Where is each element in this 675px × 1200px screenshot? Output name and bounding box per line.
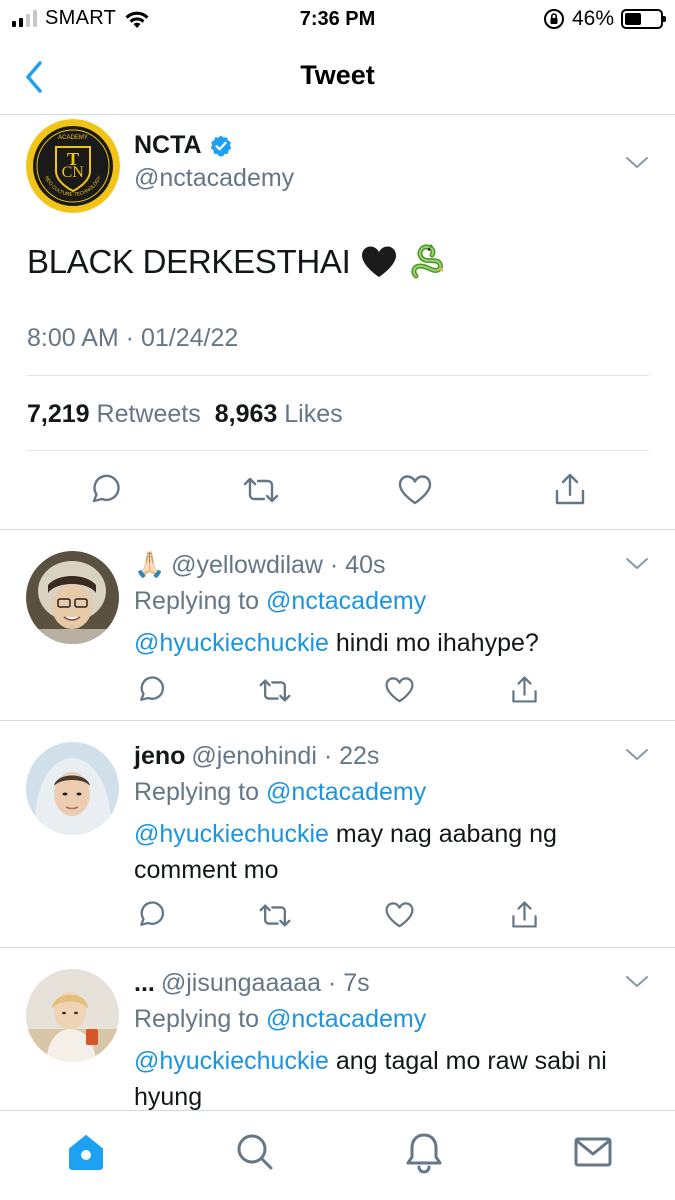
verified-badge-icon: [210, 135, 231, 156]
retweets-label: Retweets: [96, 400, 201, 428]
replying-to: Replying to @nctacademy: [134, 1005, 426, 1034]
reply-action-bar: [0, 900, 675, 930]
reply-author-name[interactable]: ...: [134, 969, 155, 998]
replying-to-label: Replying to: [134, 778, 260, 806]
replying-to: Replying to @nctacademy: [134, 778, 426, 807]
reply-tweet[interactable]: jeno @jenohindi · 22s Replying to @nctac…: [0, 722, 675, 948]
reply-text: @hyuckiechuckie hindi mo ihahype?: [134, 625, 654, 661]
replying-to-label: Replying to: [134, 587, 260, 615]
replying-to-link[interactable]: @nctacademy: [266, 587, 426, 615]
reply-author-name[interactable]: 🙏🏻: [134, 551, 165, 580]
tweet-action-bar: [0, 471, 675, 511]
avatar[interactable]: [26, 551, 119, 644]
reply-body: hindi mo ihahype?: [328, 629, 539, 657]
tweet-stats: 7,219 Retweets 8,963 Likes: [27, 400, 343, 429]
svg-text:N: N: [72, 164, 84, 181]
share-icon[interactable]: [510, 674, 539, 705]
reply-icon[interactable]: [136, 675, 166, 705]
main-tweet: T C N ACADEMY NEO CULTURE TECHNOLOGY NCT…: [0, 116, 675, 530]
avatar[interactable]: [26, 742, 119, 835]
retweet-icon[interactable]: [258, 902, 292, 929]
replying-to: Replying to @nctacademy: [134, 587, 426, 616]
reply-action-bar: [0, 675, 675, 705]
reply-handle-time: @jenohindi · 22s: [191, 742, 380, 770]
retweet-icon[interactable]: [242, 475, 280, 505]
battery-percentage: 46%: [571, 7, 614, 30]
reply-icon[interactable]: [88, 473, 122, 507]
mention-link[interactable]: @hyuckiechuckie: [134, 820, 329, 848]
reply-tweet[interactable]: 🙏🏻 @yellowdilaw · 40s Replying to @nctac…: [0, 531, 675, 721]
retweet-count: 7,219: [27, 400, 90, 428]
share-icon[interactable]: [510, 899, 539, 930]
reply-text: @hyuckiechuckie may nag aabang ng commen…: [134, 816, 654, 888]
tweet-timestamp: 8:00 AM · 01/24/22: [27, 324, 239, 352]
page-title: Tweet: [300, 60, 375, 90]
retweet-icon[interactable]: [258, 677, 292, 704]
tweet-text: BLACK DERKESTHAI: [27, 243, 351, 280]
replying-to-label: Replying to: [134, 1005, 260, 1033]
divider: [27, 375, 649, 376]
black-heart-emoji-icon: [362, 246, 397, 277]
retweets-stat[interactable]: 7,219 Retweets: [27, 400, 201, 429]
notifications-bell-icon[interactable]: [403, 1131, 445, 1175]
reply-text: @hyuckiechuckie ang tagal mo raw sabi ni…: [134, 1043, 654, 1115]
replying-to-link[interactable]: @nctacademy: [266, 778, 426, 806]
avatar[interactable]: [26, 969, 119, 1062]
share-icon[interactable]: [553, 471, 587, 507]
chevron-down-icon[interactable]: [624, 556, 650, 572]
likes-label: Likes: [284, 400, 343, 428]
like-count: 8,963: [214, 400, 278, 428]
likes-stat[interactable]: 8,963 Likes: [215, 400, 343, 429]
author-name[interactable]: NCTA: [134, 131, 202, 160]
bottom-tab-bar: [0, 1110, 675, 1200]
messages-envelope-icon[interactable]: [572, 1131, 614, 1173]
dragon-emoji-icon: [411, 244, 445, 279]
reply-handle-time: @yellowdilaw · 40s: [171, 551, 386, 579]
reply-tweet[interactable]: ... @jisungaaaaa · 7s Replying to @nctac…: [0, 949, 675, 1111]
svg-text:C: C: [62, 164, 73, 181]
reply-handle-time: @jisungaaaaa · 7s: [160, 969, 370, 997]
status-bar: SMART 7:36 PM 46%: [0, 0, 675, 40]
reply-author-name[interactable]: jeno: [134, 742, 185, 771]
home-icon[interactable]: [65, 1131, 107, 1173]
chevron-down-icon[interactable]: [624, 155, 650, 171]
mention-link[interactable]: @hyuckiechuckie: [134, 1047, 329, 1075]
navigation-bar: Tweet: [0, 40, 675, 115]
chevron-down-icon[interactable]: [624, 747, 650, 763]
like-heart-icon[interactable]: [384, 901, 415, 929]
search-icon[interactable]: [234, 1131, 276, 1173]
mention-link[interactable]: @hyuckiechuckie: [134, 629, 329, 657]
ncta-logo-avatar[interactable]: T C N ACADEMY NEO CULTURE TECHNOLOGY: [26, 119, 120, 213]
like-heart-icon[interactable]: [397, 474, 433, 506]
battery-icon: [621, 9, 666, 29]
orientation-lock-icon: [543, 9, 564, 29]
replying-to-link[interactable]: @nctacademy: [266, 1005, 426, 1033]
like-heart-icon[interactable]: [384, 676, 415, 704]
author-handle[interactable]: @nctacademy: [134, 164, 294, 193]
reply-icon[interactable]: [136, 900, 166, 930]
chevron-down-icon[interactable]: [624, 974, 650, 990]
logo-text-academy: ACADEMY: [58, 135, 88, 141]
divider: [27, 450, 649, 451]
